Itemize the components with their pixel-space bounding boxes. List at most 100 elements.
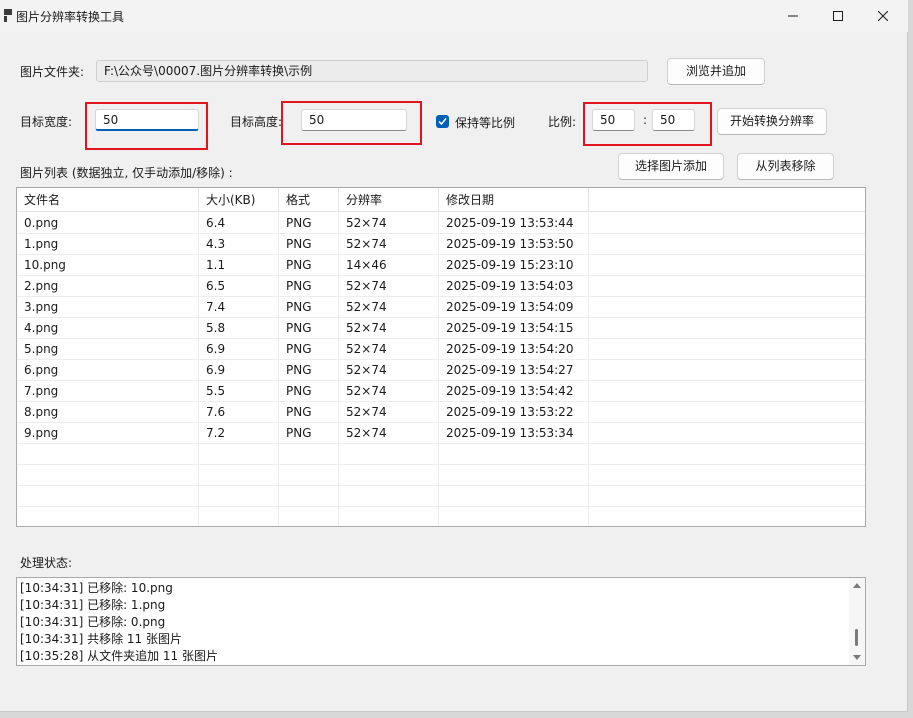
table-row[interactable]: 3.png 7.4 PNG 52×74 2025-09-19 13:54:09 bbox=[17, 297, 865, 318]
cell-filename bbox=[17, 465, 199, 485]
cell-filename bbox=[17, 486, 199, 506]
table-row[interactable] bbox=[17, 465, 865, 486]
cell-resolution: 52×74 bbox=[339, 360, 439, 380]
column-header-filename[interactable]: 文件名 bbox=[17, 188, 199, 212]
add-images-button[interactable]: 选择图片添加 bbox=[618, 153, 724, 180]
table-row[interactable]: 4.png 5.8 PNG 52×74 2025-09-19 13:54:15 bbox=[17, 318, 865, 339]
cell-resolution: 52×74 bbox=[339, 213, 439, 233]
cell-filename: 10.png bbox=[17, 255, 199, 275]
table-row[interactable] bbox=[17, 507, 865, 526]
cell-modified bbox=[439, 507, 589, 526]
ratio-separator: : bbox=[643, 113, 648, 127]
remove-from-list-button[interactable]: 从列表移除 bbox=[737, 153, 834, 180]
table-row[interactable]: 5.png 6.9 PNG 52×74 2025-09-19 13:54:20 bbox=[17, 339, 865, 360]
table-row[interactable]: 7.png 5.5 PNG 52×74 2025-09-19 13:54:42 bbox=[17, 381, 865, 402]
cell-format: PNG bbox=[279, 381, 339, 401]
cell-modified bbox=[439, 465, 589, 485]
browse-append-button[interactable]: 浏览并追加 bbox=[667, 58, 765, 85]
table-row[interactable]: 9.png 7.2 PNG 52×74 2025-09-19 13:53:34 bbox=[17, 423, 865, 444]
cell-size: 7.2 bbox=[199, 423, 279, 443]
cell-filename: 9.png bbox=[17, 423, 199, 443]
app-icon bbox=[4, 9, 12, 22]
cell-filename bbox=[17, 444, 199, 464]
cell-filename: 4.png bbox=[17, 318, 199, 338]
log-line: [10:35:28] 从文件夹追加 11 张图片 bbox=[20, 649, 218, 663]
close-icon bbox=[878, 11, 888, 21]
ratio-a-input[interactable]: 50 bbox=[592, 109, 635, 131]
cell-format: PNG bbox=[279, 402, 339, 422]
column-header-modified[interactable]: 修改日期 bbox=[439, 188, 589, 212]
cell-format: PNG bbox=[279, 423, 339, 443]
target-width-label: 目标宽度: bbox=[20, 115, 73, 129]
status-log[interactable]: [10:34:31] 已移除: 10.png [10:34:31] 已移除: 1.… bbox=[16, 577, 866, 666]
table-row[interactable]: 0.png 6.4 PNG 52×74 2025-09-19 13:53:44 bbox=[17, 213, 865, 234]
ratio-b-input[interactable]: 50 bbox=[652, 109, 695, 131]
cell-resolution: 52×74 bbox=[339, 402, 439, 422]
target-height-input[interactable]: 50 bbox=[301, 109, 407, 131]
image-list-label: 图片列表 (数据独立, 仅手动添加/移除) : bbox=[20, 166, 233, 180]
cell-format: PNG bbox=[279, 255, 339, 275]
scroll-down-icon[interactable] bbox=[853, 655, 861, 660]
cell-resolution: 52×74 bbox=[339, 234, 439, 254]
cell-size: 6.4 bbox=[199, 213, 279, 233]
column-header-size[interactable]: 大小(KB) bbox=[199, 188, 279, 212]
cell-size: 7.6 bbox=[199, 402, 279, 422]
log-line: [10:34:31] 已移除: 0.png bbox=[20, 615, 166, 629]
cell-resolution: 14×46 bbox=[339, 255, 439, 275]
table-row[interactable]: 6.png 6.9 PNG 52×74 2025-09-19 13:54:27 bbox=[17, 360, 865, 381]
cell-size: 5.8 bbox=[199, 318, 279, 338]
scroll-thumb[interactable] bbox=[855, 629, 858, 646]
maximize-button[interactable] bbox=[815, 0, 861, 32]
cell-resolution: 52×74 bbox=[339, 423, 439, 443]
cell-format: PNG bbox=[279, 360, 339, 380]
minimize-icon bbox=[788, 15, 798, 17]
cell-resolution: 52×74 bbox=[339, 276, 439, 296]
table-header: 文件名 大小(KB) 格式 分辨率 修改日期 bbox=[17, 188, 865, 212]
cell-modified: 2025-09-19 13:53:50 bbox=[439, 234, 589, 254]
cell-size: 6.9 bbox=[199, 360, 279, 380]
folder-path-field[interactable]: F:\公众号\00007.图片分辨率转换\示例 bbox=[96, 60, 648, 82]
scroll-up-icon[interactable] bbox=[853, 583, 861, 588]
keep-ratio-label[interactable]: 保持等比例 bbox=[455, 114, 515, 131]
cell-size bbox=[199, 465, 279, 485]
cell-modified bbox=[439, 444, 589, 464]
cell-filename: 3.png bbox=[17, 297, 199, 317]
target-height-label: 目标高度: bbox=[230, 115, 283, 129]
cell-format: PNG bbox=[279, 297, 339, 317]
maximize-icon bbox=[833, 11, 843, 21]
log-line: [10:34:31] 共移除 11 张图片 bbox=[20, 632, 182, 646]
cell-modified: 2025-09-19 15:23:10 bbox=[439, 255, 589, 275]
table-row[interactable]: 8.png 7.6 PNG 52×74 2025-09-19 13:53:22 bbox=[17, 402, 865, 423]
start-convert-button[interactable]: 开始转换分辨率 bbox=[717, 108, 827, 135]
close-button[interactable] bbox=[860, 0, 906, 32]
cell-size: 6.9 bbox=[199, 339, 279, 359]
log-scrollbar[interactable] bbox=[849, 578, 865, 665]
image-table[interactable]: 文件名 大小(KB) 格式 分辨率 修改日期 0.png 6.4 PNG 52×74 2… bbox=[16, 187, 866, 527]
cell-format: PNG bbox=[279, 213, 339, 233]
status-log-lines: [10:34:31] 已移除: 10.png [10:34:31] 已移除: 1.… bbox=[20, 580, 218, 665]
table-row[interactable] bbox=[17, 486, 865, 507]
column-header-format[interactable]: 格式 bbox=[279, 188, 339, 212]
cell-modified: 2025-09-19 13:54:03 bbox=[439, 276, 589, 296]
cell-format bbox=[279, 486, 339, 506]
cell-format bbox=[279, 507, 339, 526]
cell-filename: 2.png bbox=[17, 276, 199, 296]
table-row[interactable]: 2.png 6.5 PNG 52×74 2025-09-19 13:54:03 bbox=[17, 276, 865, 297]
minimize-button[interactable] bbox=[770, 0, 816, 32]
target-width-input[interactable]: 50 bbox=[95, 109, 199, 131]
column-header-resolution[interactable]: 分辨率 bbox=[339, 188, 439, 212]
cell-size bbox=[199, 444, 279, 464]
cell-filename: 1.png bbox=[17, 234, 199, 254]
cell-filename bbox=[17, 507, 199, 526]
cell-resolution bbox=[339, 465, 439, 485]
cell-size: 1.1 bbox=[199, 255, 279, 275]
keep-ratio-checkbox[interactable] bbox=[436, 115, 449, 128]
table-row[interactable] bbox=[17, 444, 865, 465]
cell-size: 6.5 bbox=[199, 276, 279, 296]
table-row[interactable]: 1.png 4.3 PNG 52×74 2025-09-19 13:53:50 bbox=[17, 234, 865, 255]
table-row[interactable]: 10.png 1.1 PNG 14×46 2025-09-19 15:23:10 bbox=[17, 255, 865, 276]
cell-modified: 2025-09-19 13:53:34 bbox=[439, 423, 589, 443]
cell-size bbox=[199, 486, 279, 506]
cell-modified: 2025-09-19 13:53:44 bbox=[439, 213, 589, 233]
cell-modified bbox=[439, 486, 589, 506]
